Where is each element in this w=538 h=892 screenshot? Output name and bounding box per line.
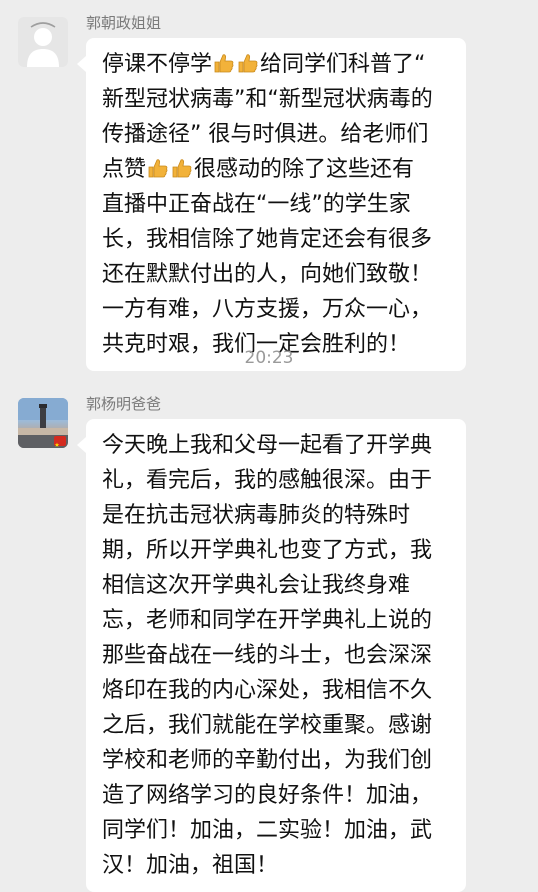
message-line: 相信这次开学典礼会让我终身难 (102, 568, 450, 603)
message-text: 新型冠状病毒”和“新型冠状病毒的 (102, 87, 433, 112)
message-text: 那些奋战在一线的斗士，也会深深 (102, 643, 433, 668)
flag-badge-icon (54, 436, 66, 447)
thumbs-up-icon (148, 159, 168, 178)
message-line: 传播途径” 很与时俱进。给老师们 (102, 117, 450, 152)
message-line: 今天晚上我和父母一起看了开学典 (102, 428, 450, 463)
message-text: 是在抗击冠状病毒肺炎的特殊时 (102, 503, 411, 528)
message-text: 直播中正奋战在“一线”的学生家 (102, 192, 411, 217)
message-text: 长，我相信除了她肯定还会有很多 (102, 227, 433, 252)
message-text: 传播途径” 很与时俱进。给老师们 (102, 122, 429, 147)
sender-name: 郭朝政姐姐 (86, 14, 162, 32)
thumbs-up-icon (214, 54, 234, 73)
message-line: 忘，老师和同学在开学典礼上说的 (102, 603, 450, 638)
message-text: 停课不停学 (102, 52, 213, 77)
thumbs-up-icon (238, 54, 258, 73)
sender-name: 郭杨明爸爸 (86, 395, 162, 413)
message-line: 直播中正奋战在“一线”的学生家 (102, 187, 450, 222)
avatar[interactable] (18, 398, 68, 448)
message-text: 同学们！加油，二实验！加油，武 (102, 818, 433, 843)
message-line: 那些奋战在一线的斗士，也会深深 (102, 638, 450, 673)
message-line: 之后，我们就能在学校重聚。感谢 (102, 708, 450, 743)
message-text: 给同学们科普了“ (260, 52, 426, 77)
message-bubble[interactable]: 停课不停学 给同学们科普了“ 新型冠状病毒”和“新型冠状病毒的 传播途径” 很与时俱进… (77, 38, 466, 371)
avatar[interactable] (18, 17, 68, 67)
message-text: 忘，老师和同学在开学典礼上说的 (102, 608, 433, 633)
message-line: 停课不停学 给同学们科普了“ (102, 47, 450, 82)
message-text: 学校和老师的辛勤付出，为我们创 (102, 748, 433, 773)
message-timestamp: 20:23 (244, 348, 294, 368)
message-text: 相信这次开学典礼会让我终身难 (102, 573, 411, 598)
message-text: 之后，我们就能在学校重聚。感谢 (102, 713, 433, 738)
message-line: 学校和老师的辛勤付出，为我们创 (102, 743, 450, 778)
message-text: 点赞 (102, 157, 147, 182)
message-text: 今天晚上我和父母一起看了开学典 (102, 433, 433, 458)
message-line: 还在默默付出的人，向她们致敬！ (102, 257, 450, 292)
message-line: 是在抗击冠状病毒肺炎的特殊时 (102, 498, 450, 533)
message-line: 烙印在我的内心深处，我相信不久 (102, 673, 450, 708)
message-text: 烙印在我的内心深处，我相信不久 (102, 678, 433, 703)
thumbs-up-icon (172, 159, 192, 178)
message-line: 礼，看完后，我的感触很深。由于 (102, 463, 450, 498)
message-bubble[interactable]: 今天晚上我和父母一起看了开学典 礼，看完后，我的感触很深。由于 是在抗击冠状病毒肺炎… (77, 419, 466, 892)
message-line: 点赞 很感动的除了这些还有 (102, 152, 450, 187)
message-text: 造了网络学习的良好条件！加油， (102, 783, 433, 808)
message-text: 很感动的除了这些还有 (194, 157, 415, 182)
message-line: 造了网络学习的良好条件！加油， (102, 778, 450, 813)
message-line: 一方有难，八方支援，万众一心， (102, 292, 450, 327)
message-line: 汉！加油，祖国！ (102, 848, 450, 883)
default-avatar-icon (27, 22, 59, 67)
message-line: 新型冠状病毒”和“新型冠状病毒的 (102, 82, 450, 117)
message-text: 礼，看完后，我的感触很深。由于 (102, 468, 433, 493)
message-line: 期，所以开学典礼也变了方式，我 (102, 533, 450, 568)
message-text: 还在默默付出的人，向她们致敬！ (102, 262, 433, 287)
message-text: 期，所以开学典礼也变了方式，我 (102, 538, 433, 563)
message-line: 长，我相信除了她肯定还会有很多 (102, 222, 450, 257)
message-line: 同学们！加油，二实验！加油，武 (102, 813, 450, 848)
message-text: 汉！加油，祖国！ (102, 853, 279, 878)
message-text: 一方有难，八方支援，万众一心， (102, 297, 433, 322)
